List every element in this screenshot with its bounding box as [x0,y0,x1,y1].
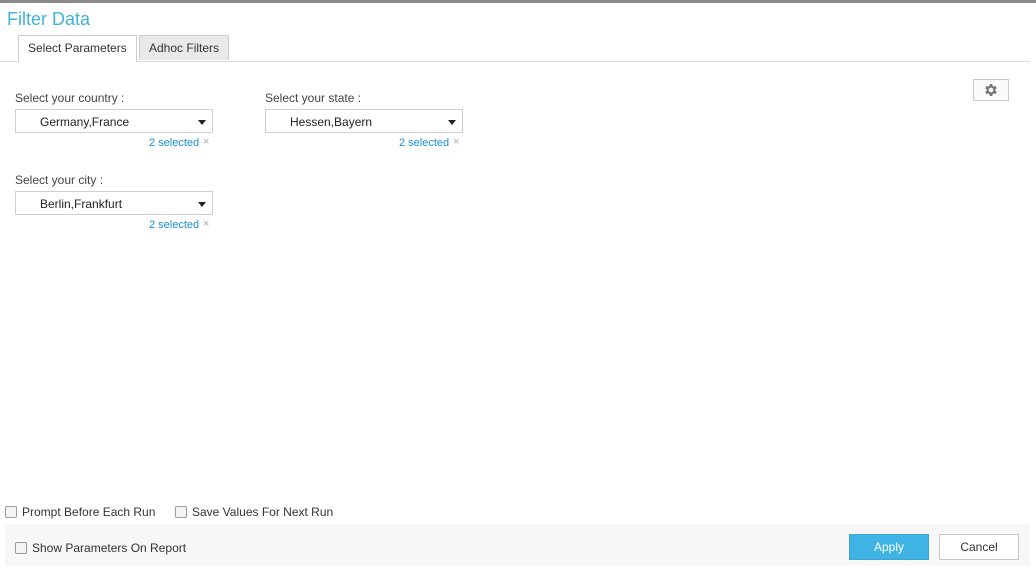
caret-down-icon [198,202,206,207]
state-label: Select your state : [265,91,362,105]
caret-down-icon [198,120,206,125]
state-select[interactable]: Hessen,Bayern [265,109,463,133]
save-values-checkbox[interactable] [175,506,187,518]
country-clear-icon[interactable]: × [203,136,209,148]
country-selected-count[interactable]: 2 selected [149,137,199,149]
prompt-before-run-option: Prompt Before Each Run [5,505,155,519]
country-label: Select your country : [15,91,125,105]
city-select[interactable]: Berlin,Frankfurt [15,191,213,215]
state-clear-icon[interactable]: × [453,136,459,148]
cancel-button[interactable]: Cancel [939,534,1019,560]
gear-icon [985,84,997,96]
city-selected-count[interactable]: 2 selected [149,219,199,231]
tab-adhoc-filters[interactable]: Adhoc Filters [139,35,230,60]
apply-button[interactable]: Apply [849,534,929,560]
country-select[interactable]: Germany,France [15,109,213,133]
show-params-checkbox[interactable] [15,542,27,554]
top-border [0,0,1036,3]
tab-bar: Select Parameters Adhoc Filters [0,35,1030,62]
state-select-value: Hessen,Bayern [290,115,373,129]
state-selected-count[interactable]: 2 selected [399,137,449,149]
save-values-option: Save Values For Next Run [175,505,333,519]
tab-select-parameters[interactable]: Select Parameters [18,35,137,62]
city-clear-icon[interactable]: × [203,218,209,230]
dialog-title: Filter Data [7,9,91,29]
caret-down-icon [448,120,456,125]
prompt-before-run-checkbox[interactable] [5,506,17,518]
show-params-option: Show Parameters On Report [15,541,186,555]
city-select-value: Berlin,Frankfurt [40,197,123,211]
save-values-label: Save Values For Next Run [192,505,334,519]
prompt-before-run-label: Prompt Before Each Run [22,505,156,519]
city-label: Select your city : [15,173,104,187]
settings-button[interactable] [973,79,1009,101]
show-params-label: Show Parameters On Report [32,541,187,555]
country-select-value: Germany,France [40,115,130,129]
